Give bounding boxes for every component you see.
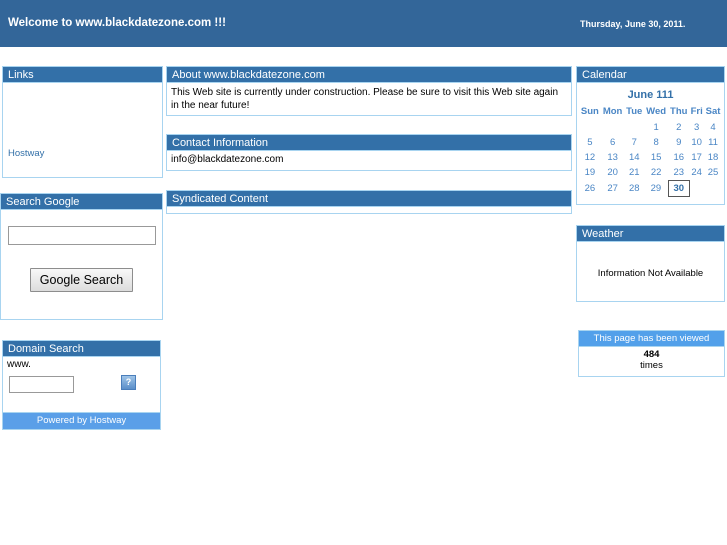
domain-search-panel-body: www. ? <box>2 357 161 413</box>
calendar-weekday: Thu <box>670 106 688 117</box>
calendar-weekday: Sat <box>705 106 721 117</box>
site-title: Welcome to www.blackdatezone.com !!! <box>8 17 226 29</box>
calendar-day[interactable]: 17 <box>689 150 704 165</box>
calendar-day[interactable]: 27 <box>601 181 625 197</box>
calendar-panel-body: June 111 Sun Mon Tue Wed Thu Fri Sat 123456789… <box>576 83 725 205</box>
calendar-day[interactable]: 7 <box>624 135 644 150</box>
contact-information-panel-title: Contact Information <box>166 134 572 151</box>
calendar-panel: Calendar June 111 Sun Mon Tue Wed Thu Fri Sat … <box>576 66 725 205</box>
page-view-unit: times <box>640 360 663 371</box>
page-counter-title: This page has been viewed <box>578 330 725 347</box>
calendar-day[interactable]: 20 <box>601 165 625 181</box>
calendar-day[interactable]: 13 <box>601 150 625 165</box>
page-counter-body: 484 times <box>578 347 725 377</box>
calendar-week: 26 27 28 29 30 <box>579 180 722 197</box>
calendar-day[interactable]: 3 <box>689 120 704 135</box>
contact-email: info@blackdatezone.com <box>166 151 572 171</box>
calendar-day[interactable]: 21 <box>624 165 644 181</box>
about-panel: About www.blackdatezone.com This Web sit… <box>166 66 572 116</box>
page-counter-panel: This page has been viewed 484 times <box>578 330 725 377</box>
calendar-day-empty <box>624 120 644 135</box>
calendar-weekday: Wed <box>646 106 667 117</box>
calendar-month-label: June 111 <box>627 89 674 101</box>
calendar-panel-title: Calendar <box>576 66 725 83</box>
contact-information-panel: Contact Information info@blackdatezone.c… <box>166 134 572 171</box>
page-view-count: 484 <box>643 349 660 360</box>
google-search-button[interactable]: Google Search <box>29 268 134 292</box>
calendar-day-empty <box>704 181 722 197</box>
calendar-week: 5 6 7 8 9 10 11 <box>579 135 722 150</box>
calendar-day[interactable]: 9 <box>668 135 689 150</box>
links-panel: Links Hostway <box>2 66 163 178</box>
current-date: Thursday, June 30, 2011. <box>580 19 686 29</box>
weather-panel-body: Information Not Available <box>576 242 725 302</box>
calendar-day[interactable]: 22 <box>644 165 668 181</box>
site-banner: Welcome to www.blackdatezone.com !!! Thu… <box>0 0 727 47</box>
search-google-panel-title: Search Google <box>0 193 163 210</box>
about-panel-body: This Web site is currently under constru… <box>166 83 572 116</box>
calendar-day[interactable]: 11 <box>704 135 722 150</box>
broken-image-icon[interactable]: ? <box>121 375 136 390</box>
syndicated-content-panel: Syndicated Content <box>166 190 572 214</box>
weather-panel-title: Weather <box>576 225 725 242</box>
calendar-day[interactable]: 2 <box>668 120 689 135</box>
calendar-day[interactable]: 1 <box>644 120 668 135</box>
domain-search-panel: Domain Search www. ? Powered by Hostway <box>2 340 161 432</box>
calendar-week: 19 20 21 22 23 24 25 <box>579 165 722 181</box>
link-hostway[interactable]: Hostway <box>8 148 44 159</box>
syndicated-content-panel-body <box>166 207 572 214</box>
calendar-day[interactable]: 23 <box>668 165 689 181</box>
calendar-week-rows: 1 2 3 4 5 6 7 8 9 10 11 12 13 14 15 16 17 18 19 20 21 22 23 24 2… <box>579 120 722 197</box>
calendar-day[interactable]: 5 <box>579 135 601 150</box>
calendar-day-empty <box>579 120 601 135</box>
links-panel-body: Hostway <box>2 83 163 178</box>
calendar-day[interactable]: 4 <box>704 120 722 135</box>
calendar-day[interactable]: 29 <box>644 181 668 197</box>
calendar-weekday-row: Sun Mon Tue Wed Thu Fri Sat <box>579 106 722 120</box>
calendar-day[interactable]: 14 <box>624 150 644 165</box>
domain-search-panel-title: Domain Search <box>2 340 161 357</box>
links-panel-title: Links <box>2 66 163 83</box>
domain-prefix-label: www. <box>7 359 31 370</box>
calendar-day[interactable]: 8 <box>644 135 668 150</box>
calendar-day[interactable]: 6 <box>601 135 625 150</box>
calendar-weekday: Tue <box>626 106 643 117</box>
calendar-day[interactable]: 19 <box>579 165 601 181</box>
about-panel-title: About www.blackdatezone.com <box>166 66 572 83</box>
calendar-weekday: Mon <box>602 106 623 117</box>
search-google-panel: Search Google Google Search <box>0 193 163 320</box>
calendar-weekday: Fri <box>690 106 703 117</box>
domain-search-input[interactable] <box>9 376 74 393</box>
calendar-day[interactable]: 16 <box>668 150 689 165</box>
calendar-weekday: Sun <box>580 106 599 117</box>
calendar-day[interactable]: 26 <box>579 181 601 197</box>
calendar-day-empty <box>689 181 704 197</box>
weather-message: Information Not Available <box>597 268 704 279</box>
calendar-day[interactable]: 18 <box>704 150 722 165</box>
calendar-day[interactable]: 15 <box>644 150 668 165</box>
calendar-day[interactable]: 24 <box>689 165 704 181</box>
google-search-input[interactable] <box>7 226 156 245</box>
calendar-day[interactable]: 12 <box>579 150 601 165</box>
syndicated-content-panel-title: Syndicated Content <box>166 190 572 207</box>
search-google-panel-body: Google Search <box>0 210 163 320</box>
calendar-day-empty <box>601 120 625 135</box>
weather-panel: Weather Information Not Available <box>576 225 725 302</box>
calendar-day[interactable]: 28 <box>624 181 644 197</box>
calendar-day[interactable]: 30 <box>667 180 690 197</box>
calendar-day[interactable]: 10 <box>689 135 704 150</box>
calendar-day[interactable]: 25 <box>704 165 722 181</box>
calendar-week: 12 13 14 15 16 17 18 <box>579 150 722 165</box>
powered-by-hostway-footer: Powered by Hostway <box>2 413 161 430</box>
calendar-week: 1234 <box>579 120 722 135</box>
calendar-grid: Sun Mon Tue Wed Thu Fri Sat 1 2 3 4 5 6 7 8 9 10 11 12 13 1… <box>579 106 722 197</box>
